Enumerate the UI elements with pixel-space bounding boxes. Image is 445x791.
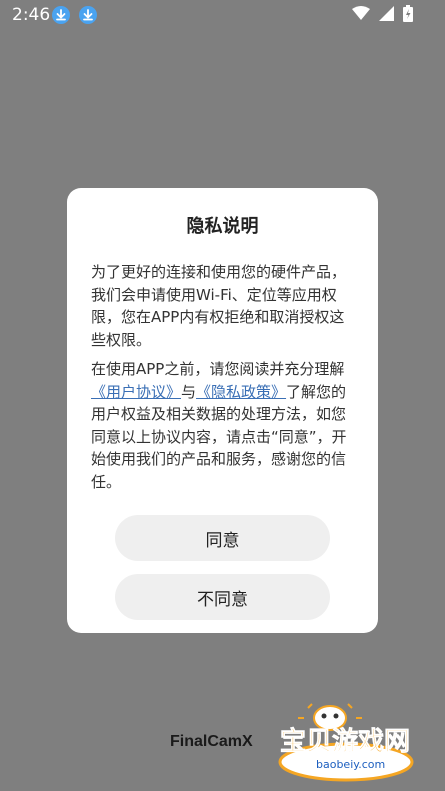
agreement-text-mid: 与 (181, 382, 197, 401)
wifi-icon (352, 6, 370, 20)
agree-button[interactable]: 同意 (115, 515, 330, 561)
svg-text:宝贝游戏网: 宝贝游戏网 (280, 726, 410, 757)
dialog-title: 隐私说明 (186, 216, 259, 237)
svg-text:baobeiy.com: baobeiy.com (316, 758, 385, 771)
site-watermark-logo: 宝贝游戏网 baobeiy.com (278, 703, 414, 782)
download-icon (52, 6, 70, 24)
download-icon (79, 6, 97, 24)
battery-icon (403, 5, 413, 22)
user-agreement-link[interactable]: 《用户协议》 (91, 383, 181, 401)
status-time: 2:46 (12, 5, 51, 25)
agreement-paragraph: 在使用APP之前，请您阅读并充分理解《用户协议》与《隐私政策》了解您的用户权益及… (91, 358, 357, 493)
agreement-text-prefix: 在使用APP之前，请您阅读并充分理解 (91, 360, 345, 378)
privacy-policy-link[interactable]: 《隐私政策》 (196, 383, 286, 401)
app-brand-logo: FinalCamX (170, 733, 253, 750)
status-bar: 2:46 (0, 0, 445, 30)
privacy-dialog: 隐私说明 为了更好的连接和使用您的硬件产品，我们会申请使用Wi-Fi、定位等应用… (67, 188, 378, 633)
permission-paragraph: 为了更好的连接和使用您的硬件产品，我们会申请使用Wi-Fi、定位等应用权限，您在… (91, 263, 347, 349)
signal-icon (379, 6, 394, 21)
disagree-button[interactable]: 不同意 (115, 574, 330, 620)
